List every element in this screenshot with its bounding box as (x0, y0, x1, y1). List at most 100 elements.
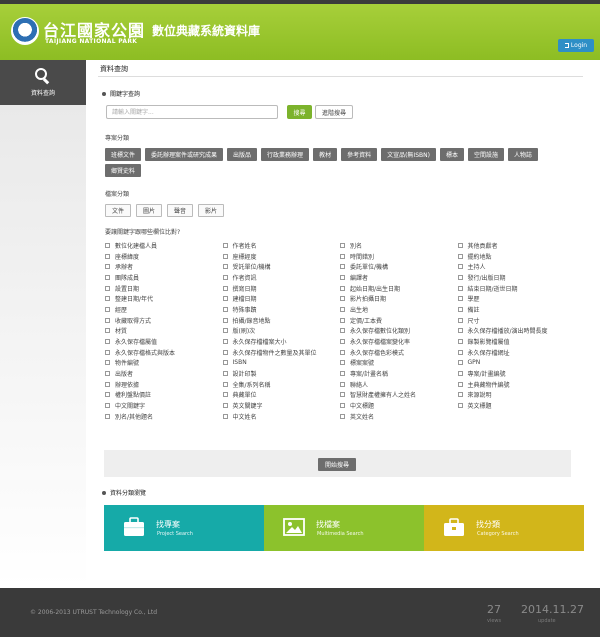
field-option[interactable]: 影片拍攝日期 (340, 294, 458, 303)
field-checkbox[interactable] (105, 381, 110, 387)
field-checkbox[interactable] (222, 306, 228, 312)
field-option[interactable]: 中文姓名 (222, 412, 341, 421)
field-option[interactable]: 典藏單位 (222, 390, 341, 399)
field-option[interactable]: 學歷 (457, 294, 576, 303)
field-checkbox[interactable] (105, 274, 110, 280)
field-checkbox[interactable] (457, 296, 463, 302)
field-checkbox[interactable] (105, 403, 110, 409)
field-checkbox[interactable] (105, 339, 110, 345)
field-checkbox[interactable] (222, 274, 228, 280)
field-option[interactable]: 標案案號 (340, 358, 458, 367)
field-checkbox[interactable] (340, 403, 345, 409)
field-option[interactable]: ISBN (222, 359, 341, 366)
advanced-search-button[interactable]: 進階搜尋 (315, 105, 353, 119)
field-option[interactable]: 委託單位/機構 (340, 262, 458, 271)
category-tag[interactable]: 標本 (439, 148, 464, 161)
field-checkbox[interactable] (340, 371, 345, 377)
field-checkbox[interactable] (457, 328, 463, 334)
field-option[interactable]: 承辦者 (105, 262, 223, 271)
field-option[interactable]: 專案/計畫編號 (457, 369, 576, 378)
field-checkbox[interactable] (457, 285, 463, 291)
field-option[interactable]: 材質 (105, 326, 223, 335)
multimedia-search-card[interactable]: 找檔案 Multimedia Search (264, 505, 424, 551)
field-checkbox[interactable] (105, 306, 110, 312)
field-checkbox[interactable] (105, 413, 110, 419)
start-search-button[interactable]: 開始搜尋 (318, 458, 356, 471)
field-checkbox[interactable] (340, 413, 345, 419)
field-checkbox[interactable] (340, 339, 345, 345)
field-checkbox[interactable] (340, 274, 345, 280)
search-button[interactable]: 搜尋 (287, 105, 312, 119)
field-option[interactable]: 永久保存檔色彩模式 (340, 348, 458, 357)
login-button[interactable]: Login (558, 39, 594, 52)
field-option[interactable]: 永久保存檔檔案大小 (222, 337, 341, 346)
file-type-tag[interactable]: 影片 (198, 204, 225, 217)
category-tag[interactable]: 委託辦理案件或研究成果 (145, 148, 224, 161)
field-option[interactable]: 永久保存檔網址 (457, 348, 576, 357)
field-checkbox[interactable] (340, 242, 345, 248)
field-option[interactable]: 收藏取得方式 (105, 316, 223, 325)
field-checkbox[interactable] (340, 306, 345, 312)
field-checkbox[interactable] (457, 403, 463, 409)
field-checkbox[interactable] (105, 317, 110, 323)
field-checkbox[interactable] (457, 264, 463, 270)
field-option[interactable]: 權利盤點價註 (105, 390, 223, 399)
field-option[interactable]: 編譯者 (340, 273, 458, 282)
field-option[interactable]: 別名/其他題名 (105, 412, 223, 421)
field-option[interactable]: 辦理依據 (105, 380, 223, 389)
field-checkbox[interactable] (105, 285, 110, 291)
field-option[interactable]: 作者姓名 (222, 241, 341, 250)
field-option[interactable]: 時間錯別 (340, 252, 458, 261)
field-option[interactable]: 中文關鍵字 (105, 401, 223, 410)
field-checkbox[interactable] (457, 253, 463, 259)
field-option[interactable]: 設計印製 (222, 369, 341, 378)
field-checkbox[interactable] (222, 317, 228, 323)
field-option[interactable]: 英文關鍵字 (222, 401, 341, 410)
field-option[interactable]: 主持人 (457, 262, 576, 271)
field-option[interactable]: 擺約地點 (457, 252, 576, 261)
field-option[interactable]: 拍攝/錄音地點 (222, 316, 341, 325)
field-checkbox[interactable] (340, 264, 345, 270)
field-checkbox[interactable] (105, 349, 110, 355)
field-checkbox[interactable] (222, 296, 228, 302)
field-option[interactable]: 備註 (457, 305, 576, 314)
field-option[interactable]: 主典藏物件編號 (457, 380, 576, 389)
field-checkbox[interactable] (105, 242, 110, 248)
field-option[interactable]: 作者資訊 (222, 273, 341, 282)
field-checkbox[interactable] (222, 242, 228, 248)
field-checkbox[interactable] (222, 371, 228, 377)
field-checkbox[interactable] (457, 349, 463, 355)
field-checkbox[interactable] (457, 274, 463, 280)
field-option[interactable]: 座標經度 (222, 252, 341, 261)
field-checkbox[interactable] (340, 360, 345, 366)
field-option[interactable]: 英文標題 (457, 401, 576, 410)
field-checkbox[interactable] (222, 360, 228, 366)
field-checkbox[interactable] (457, 317, 463, 323)
project-search-card[interactable]: 找專案 Project Search (104, 505, 264, 551)
park-logo-icon[interactable] (11, 17, 39, 45)
field-option[interactable]: 座標緯度 (105, 252, 223, 261)
field-checkbox[interactable] (105, 360, 110, 366)
field-checkbox[interactable] (340, 317, 345, 323)
keyword-search-input[interactable] (106, 105, 278, 119)
field-checkbox[interactable] (105, 296, 110, 302)
category-tag[interactable]: 鄉賢史料 (105, 164, 142, 177)
field-checkbox[interactable] (340, 285, 345, 291)
category-tag[interactable]: 空間設施 (467, 148, 504, 161)
field-checkbox[interactable] (340, 381, 345, 387)
field-checkbox[interactable] (340, 392, 345, 398)
field-option[interactable]: 永久保存檔數位化類別 (340, 326, 458, 335)
field-option[interactable]: 經歷 (105, 305, 223, 314)
field-checkbox[interactable] (105, 264, 110, 270)
field-option[interactable]: 專案/計畫名稱 (340, 369, 458, 378)
field-option[interactable]: 特殊事蹟 (222, 305, 341, 314)
field-checkbox[interactable] (222, 339, 228, 345)
field-checkbox[interactable] (105, 392, 110, 398)
field-option[interactable]: 結束日期/逝世日期 (457, 284, 576, 293)
field-checkbox[interactable] (222, 285, 228, 291)
field-option[interactable]: 來源說明 (457, 390, 576, 399)
field-checkbox[interactable] (340, 296, 345, 302)
field-checkbox[interactable] (105, 371, 110, 377)
field-option[interactable]: 永久保存檔屬值 (105, 337, 223, 346)
field-checkbox[interactable] (457, 339, 463, 345)
